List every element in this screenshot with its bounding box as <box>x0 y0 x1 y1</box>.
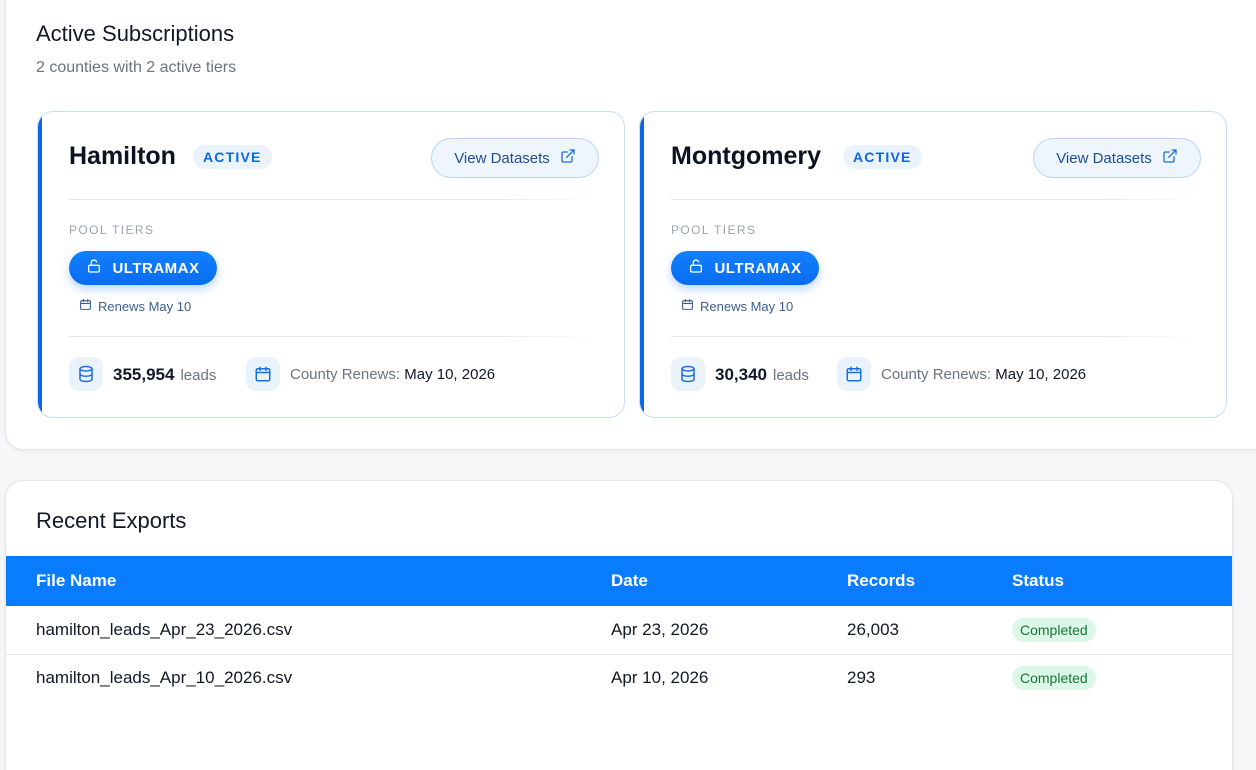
column-header-records[interactable]: Records <box>847 556 1012 606</box>
column-header-file-name[interactable]: File Name <box>6 556 611 606</box>
tier-renews: Renews May 10 <box>79 298 191 314</box>
external-link-icon <box>560 148 576 168</box>
external-link-icon <box>1162 148 1178 168</box>
leads-stat: 355,954 leads <box>113 365 216 385</box>
county-name: Hamilton <box>69 142 176 170</box>
tier-label: ULTRAMAX <box>714 259 802 277</box>
view-datasets-label: View Datasets <box>454 149 550 167</box>
column-header-status[interactable]: Status <box>1012 556 1232 606</box>
leads-count: 355,954 <box>113 365 175 384</box>
table-row[interactable]: hamilton_leads_Apr_23_2026.csv Apr 23, 2… <box>6 606 1232 654</box>
tier-renews: Renews May 10 <box>681 298 793 314</box>
pool-tiers-label: POOL TIERS <box>69 223 155 237</box>
tier-pill-ultramax[interactable]: ULTRAMAX <box>671 251 819 285</box>
county-renews-label: County Renews: <box>881 366 992 383</box>
divider <box>671 199 1201 200</box>
table-row[interactable]: hamilton_leads_Apr_10_2026.csv Apr 10, 2… <box>6 654 1232 702</box>
status-badge: ACTIVE <box>843 145 922 169</box>
pool-tiers-label: POOL TIERS <box>671 223 757 237</box>
lock-icon <box>86 258 102 278</box>
date-cell: Apr 10, 2026 <box>611 668 709 688</box>
status-cell: Completed <box>1012 654 1232 702</box>
file-name-cell: hamilton_leads_Apr_10_2026.csv <box>36 668 293 688</box>
table-header-row: File Name Date Records Status <box>6 556 1232 606</box>
leads-unit: leads <box>180 367 217 384</box>
county-renews: County Renews: May 10, 2026 <box>290 366 495 383</box>
database-icon <box>671 357 705 391</box>
tier-pill-ultramax[interactable]: ULTRAMAX <box>69 251 217 285</box>
view-datasets-button[interactable]: View Datasets <box>431 138 599 178</box>
status-badge: ACTIVE <box>193 145 272 169</box>
lock-icon <box>688 258 704 278</box>
divider <box>671 336 1201 337</box>
section-subtitle: 2 counties with 2 active tiers <box>36 59 237 76</box>
active-subscriptions-panel: Active Subscriptions 2 counties with 2 a… <box>5 0 1256 450</box>
records-cell: 293 <box>847 668 876 688</box>
county-card-montgomery: Montgomery ACTIVE View Datasets POOL TIE… <box>639 111 1227 418</box>
tier-label: ULTRAMAX <box>112 259 200 277</box>
calendar-icon <box>681 298 694 314</box>
calendar-icon <box>79 298 92 314</box>
county-renews-date: May 10, 2026 <box>995 366 1087 383</box>
tier-renews-text: Renews May 10 <box>98 298 192 314</box>
county-renews-date: May 10, 2026 <box>404 366 496 383</box>
column-header-date[interactable]: Date <box>611 556 847 606</box>
status-cell: Completed <box>1012 606 1232 654</box>
leads-count: 30,340 <box>715 365 767 384</box>
database-icon <box>69 357 103 391</box>
divider <box>69 199 599 200</box>
recent-exports-panel: Recent Exports File Name Date Records St… <box>5 480 1233 770</box>
county-card-hamilton: Hamilton ACTIVE View Datasets POOL TIERS… <box>37 111 625 418</box>
county-renews-label: County Renews: <box>290 366 401 383</box>
calendar-icon <box>837 357 871 391</box>
county-name: Montgomery <box>671 142 821 170</box>
divider <box>69 336 599 337</box>
status-badge: Completed <box>1012 666 1096 691</box>
county-renews: County Renews: May 10, 2026 <box>881 366 1086 383</box>
leads-stat: 30,340 leads <box>715 365 809 385</box>
section-title: Active Subscriptions <box>36 21 235 46</box>
leads-unit: leads <box>773 367 809 384</box>
status-badge: Completed <box>1012 617 1096 642</box>
file-name-cell: hamilton_leads_Apr_23_2026.csv <box>36 619 293 639</box>
section-title: Recent Exports <box>36 508 187 533</box>
exports-table: File Name Date Records Status hamilton_l… <box>6 556 1232 702</box>
records-cell: 26,003 <box>847 619 899 639</box>
date-cell: Apr 23, 2026 <box>611 619 709 639</box>
view-datasets-button[interactable]: View Datasets <box>1033 138 1201 178</box>
tier-renews-text: Renews May 10 <box>700 298 794 314</box>
calendar-icon <box>246 357 280 391</box>
view-datasets-label: View Datasets <box>1056 149 1152 167</box>
